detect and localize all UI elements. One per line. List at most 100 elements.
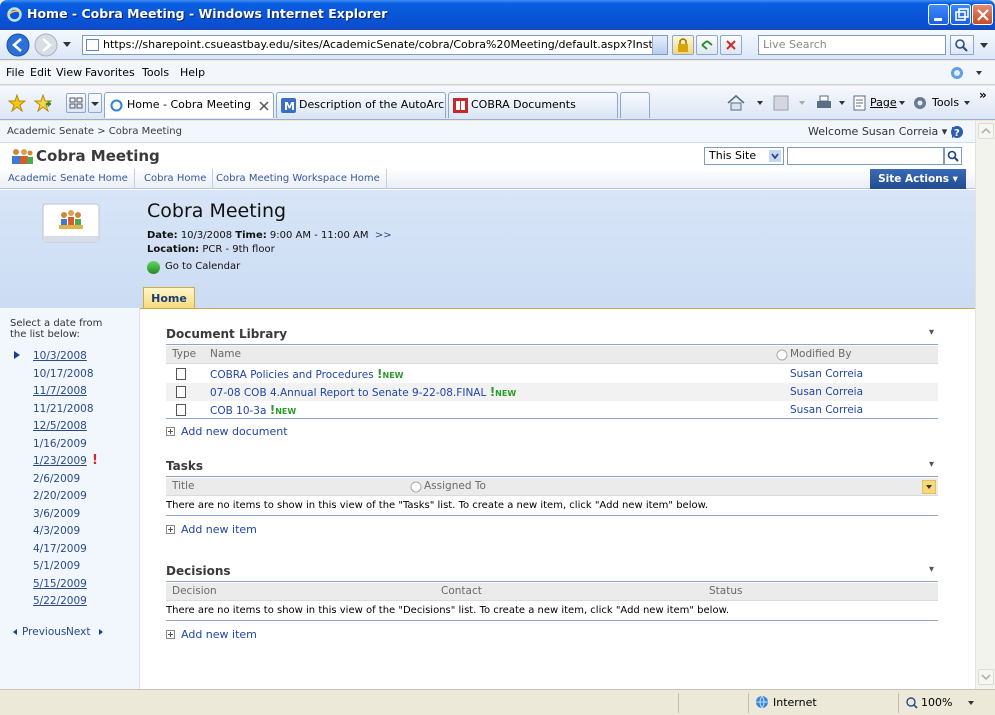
date-list-item[interactable]: 1/23/2009 bbox=[33, 455, 87, 467]
document-link[interactable]: 07-08 COB 4.Annual Report to Senate 9-22… bbox=[210, 383, 516, 403]
search-scope-select[interactable]: This Site bbox=[704, 147, 784, 165]
maximize-button[interactable] bbox=[950, 4, 971, 25]
print-icon[interactable] bbox=[814, 94, 834, 112]
col-contact[interactable]: Contact bbox=[441, 583, 482, 600]
menu-view[interactable]: View bbox=[56, 66, 82, 79]
page-icon[interactable] bbox=[852, 94, 868, 112]
calendar-go-icon[interactable] bbox=[147, 261, 160, 274]
vertical-scrollbar[interactable] bbox=[975, 121, 995, 689]
new-tab-button[interactable] bbox=[620, 92, 650, 118]
ie-links-icon[interactable] bbox=[948, 64, 966, 81]
col-modified-by[interactable]: Modified By bbox=[790, 346, 852, 363]
search-icon[interactable] bbox=[950, 35, 974, 55]
date-list-item[interactable]: 4/3/2009 bbox=[33, 525, 80, 537]
modified-by-link[interactable]: Susan Correia bbox=[790, 365, 863, 383]
webpart-menu-icon[interactable]: ▾ bbox=[929, 327, 934, 338]
date-list-item[interactable]: 2/20/2009 bbox=[33, 490, 87, 502]
modified-by-link[interactable]: Susan Correia bbox=[790, 383, 863, 401]
menu-help[interactable]: Help bbox=[180, 66, 205, 79]
security-zone[interactable]: Internet bbox=[748, 693, 898, 713]
scroll-down-icon[interactable] bbox=[978, 669, 994, 685]
close-tab-icon[interactable] bbox=[259, 101, 269, 111]
welcome-menu[interactable]: Welcome Susan Correia ▾ | bbox=[808, 125, 955, 138]
date-list-item[interactable]: 1/16/2009 bbox=[33, 438, 87, 450]
page-menu[interactable]: Page bbox=[870, 96, 897, 109]
site-title[interactable]: Cobra Meeting bbox=[36, 147, 160, 165]
search-options-dropdown-icon[interactable] bbox=[979, 42, 989, 50]
menu-tools[interactable]: Tools bbox=[142, 66, 169, 79]
site-actions-button[interactable]: Site Actions ▾ bbox=[870, 169, 966, 189]
nav-cobra-meeting-workspace-home[interactable]: Cobra Meeting Workspace Home bbox=[210, 169, 387, 189]
col-type[interactable]: Type bbox=[172, 346, 196, 363]
add-new-document-link[interactable]: Add new document bbox=[166, 425, 288, 438]
add-new-task-link[interactable]: Add new item bbox=[166, 523, 257, 536]
date-list-item[interactable]: 5/1/2009 bbox=[33, 560, 80, 572]
date-list-item[interactable]: 2/6/2009 bbox=[33, 473, 80, 485]
date-list-item[interactable]: 5/15/2009 bbox=[33, 578, 87, 590]
webpart-menu-icon[interactable]: ▾ bbox=[929, 564, 934, 575]
window-title-bar[interactable]: Home - Cobra Meeting - Windows Internet … bbox=[0, 0, 995, 30]
date-list-item[interactable]: 11/21/2008 bbox=[33, 403, 94, 415]
column-filter-dropdown-icon[interactable] bbox=[922, 480, 936, 494]
toolbar-overflow-icon[interactable]: » bbox=[979, 88, 987, 102]
next-arrow-icon[interactable] bbox=[98, 628, 104, 636]
date-list-item[interactable]: 12/5/2008 bbox=[33, 420, 87, 432]
document-link[interactable]: COB 10-3a !NEW bbox=[210, 401, 296, 421]
url-input[interactable]: https://sharepoint.csueastbay.edu/sites/… bbox=[82, 35, 668, 55]
menu-edit[interactable]: Edit bbox=[30, 66, 51, 79]
breadcrumb[interactable]: Academic Senate > Cobra Meeting bbox=[7, 126, 182, 137]
lock-icon[interactable] bbox=[672, 35, 694, 55]
home-icon[interactable] bbox=[726, 94, 746, 112]
nav-cobra-home[interactable]: Cobra Home bbox=[138, 169, 214, 189]
modified-by-link[interactable]: Susan Correia bbox=[790, 401, 863, 419]
date-list-item[interactable]: 5/22/2009 bbox=[33, 595, 87, 607]
help-icon[interactable]: ? bbox=[950, 125, 964, 139]
document-link[interactable]: COBRA Policies and Procedures !NEW bbox=[210, 365, 404, 385]
go-to-calendar-link[interactable]: Go to Calendar bbox=[165, 261, 240, 272]
col-title[interactable]: Title bbox=[172, 478, 195, 495]
previous-arrow-icon[interactable] bbox=[12, 628, 18, 636]
date-list-item[interactable]: 3/6/2009 bbox=[33, 508, 80, 520]
next-link[interactable]: Next bbox=[66, 626, 90, 638]
tasks-title[interactable]: Tasks ▾ bbox=[166, 459, 938, 477]
add-new-decision-link[interactable]: Add new item bbox=[166, 628, 257, 641]
url-dropdown-icon[interactable] bbox=[652, 36, 667, 54]
refresh-icon[interactable] bbox=[696, 35, 718, 55]
print-dropdown-icon[interactable] bbox=[838, 100, 846, 106]
webpart-menu-icon[interactable]: ▾ bbox=[929, 459, 934, 470]
tab-list-dropdown-icon[interactable] bbox=[88, 93, 102, 113]
close-window-button[interactable] bbox=[972, 4, 993, 25]
col-decision[interactable]: Decision bbox=[172, 583, 217, 600]
quick-tabs-icon[interactable] bbox=[66, 93, 86, 113]
date-list-item[interactable]: 10/17/2008 bbox=[33, 368, 94, 380]
tab-home-cobra-meeting[interactable]: Home - Cobra Meeting bbox=[104, 92, 274, 118]
menu-favorites[interactable]: Favorites bbox=[85, 66, 135, 79]
site-search-input[interactable] bbox=[787, 147, 944, 165]
add-favorite-icon[interactable] bbox=[34, 94, 52, 112]
nav-academic-senate-home[interactable]: Academic Senate Home bbox=[0, 169, 135, 189]
document-library-title[interactable]: Document Library ▾ bbox=[166, 327, 938, 345]
scroll-up-icon[interactable] bbox=[978, 123, 994, 139]
date-list-item[interactable]: 11/7/2008 bbox=[33, 385, 87, 397]
previous-link[interactable]: Previous bbox=[22, 626, 66, 638]
minimize-button[interactable] bbox=[928, 4, 949, 25]
back-button[interactable] bbox=[6, 33, 30, 57]
feeds-dropdown-icon[interactable] bbox=[798, 100, 806, 106]
tools-gear-icon[interactable] bbox=[911, 94, 929, 112]
stop-icon[interactable] bbox=[720, 35, 742, 55]
decisions-title[interactable]: Decisions ▾ bbox=[166, 564, 938, 582]
tab-cobra-documents[interactable]: COBRA Documents bbox=[448, 92, 618, 118]
menu-file[interactable]: File bbox=[6, 66, 24, 79]
home-dropdown-icon[interactable] bbox=[756, 100, 764, 106]
col-status[interactable]: Status bbox=[709, 583, 742, 600]
tab-home[interactable]: Home bbox=[143, 287, 195, 309]
col-name[interactable]: Name bbox=[210, 346, 241, 363]
live-search-input[interactable]: Live Search bbox=[758, 35, 946, 55]
col-assigned-to[interactable]: Assigned To bbox=[424, 478, 486, 495]
tools-menu[interactable]: Tools bbox=[932, 96, 959, 109]
zoom-control[interactable]: 100% bbox=[898, 693, 995, 713]
tab-description-autoarchive[interactable]: M Description of the AutoArchi... bbox=[276, 92, 446, 118]
site-search-icon[interactable] bbox=[944, 147, 962, 165]
favorites-star-icon[interactable] bbox=[8, 94, 26, 112]
date-list-item[interactable]: 10/3/2008 bbox=[33, 350, 87, 362]
